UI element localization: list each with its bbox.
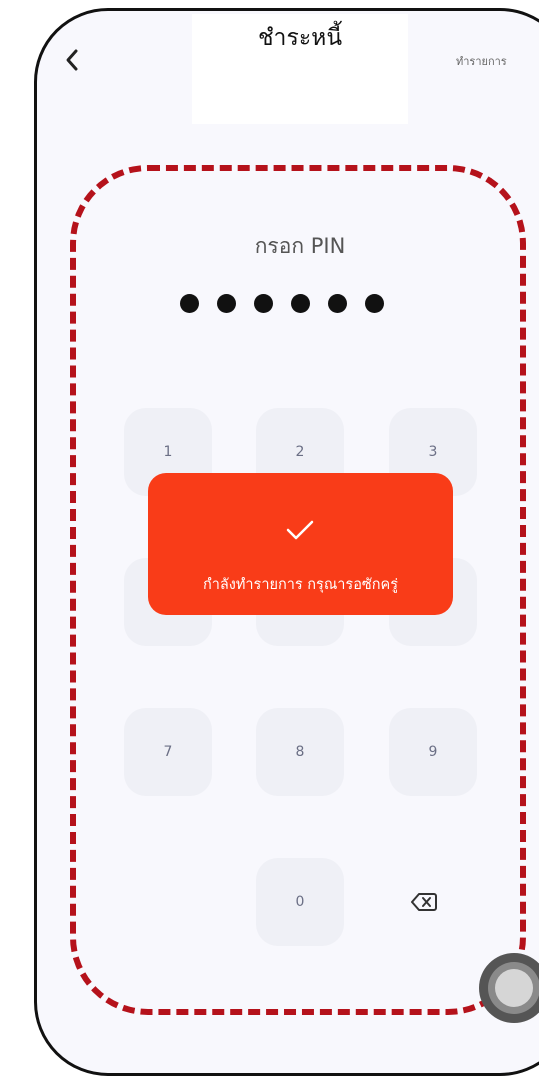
assistive-touch-ring [488,962,539,1014]
assistive-touch-center [495,969,533,1007]
back-button[interactable] [56,42,88,78]
page-title: ชำระหนี้ [257,25,343,51]
chevron-left-icon [66,49,78,71]
transaction-link[interactable]: ทำรายการ [456,52,507,70]
highlight-outline [70,165,526,1015]
screen: ชำระหนี้ ทำรายการ กรอก PIN 1 2 3 7 8 9 0… [0,0,539,1086]
